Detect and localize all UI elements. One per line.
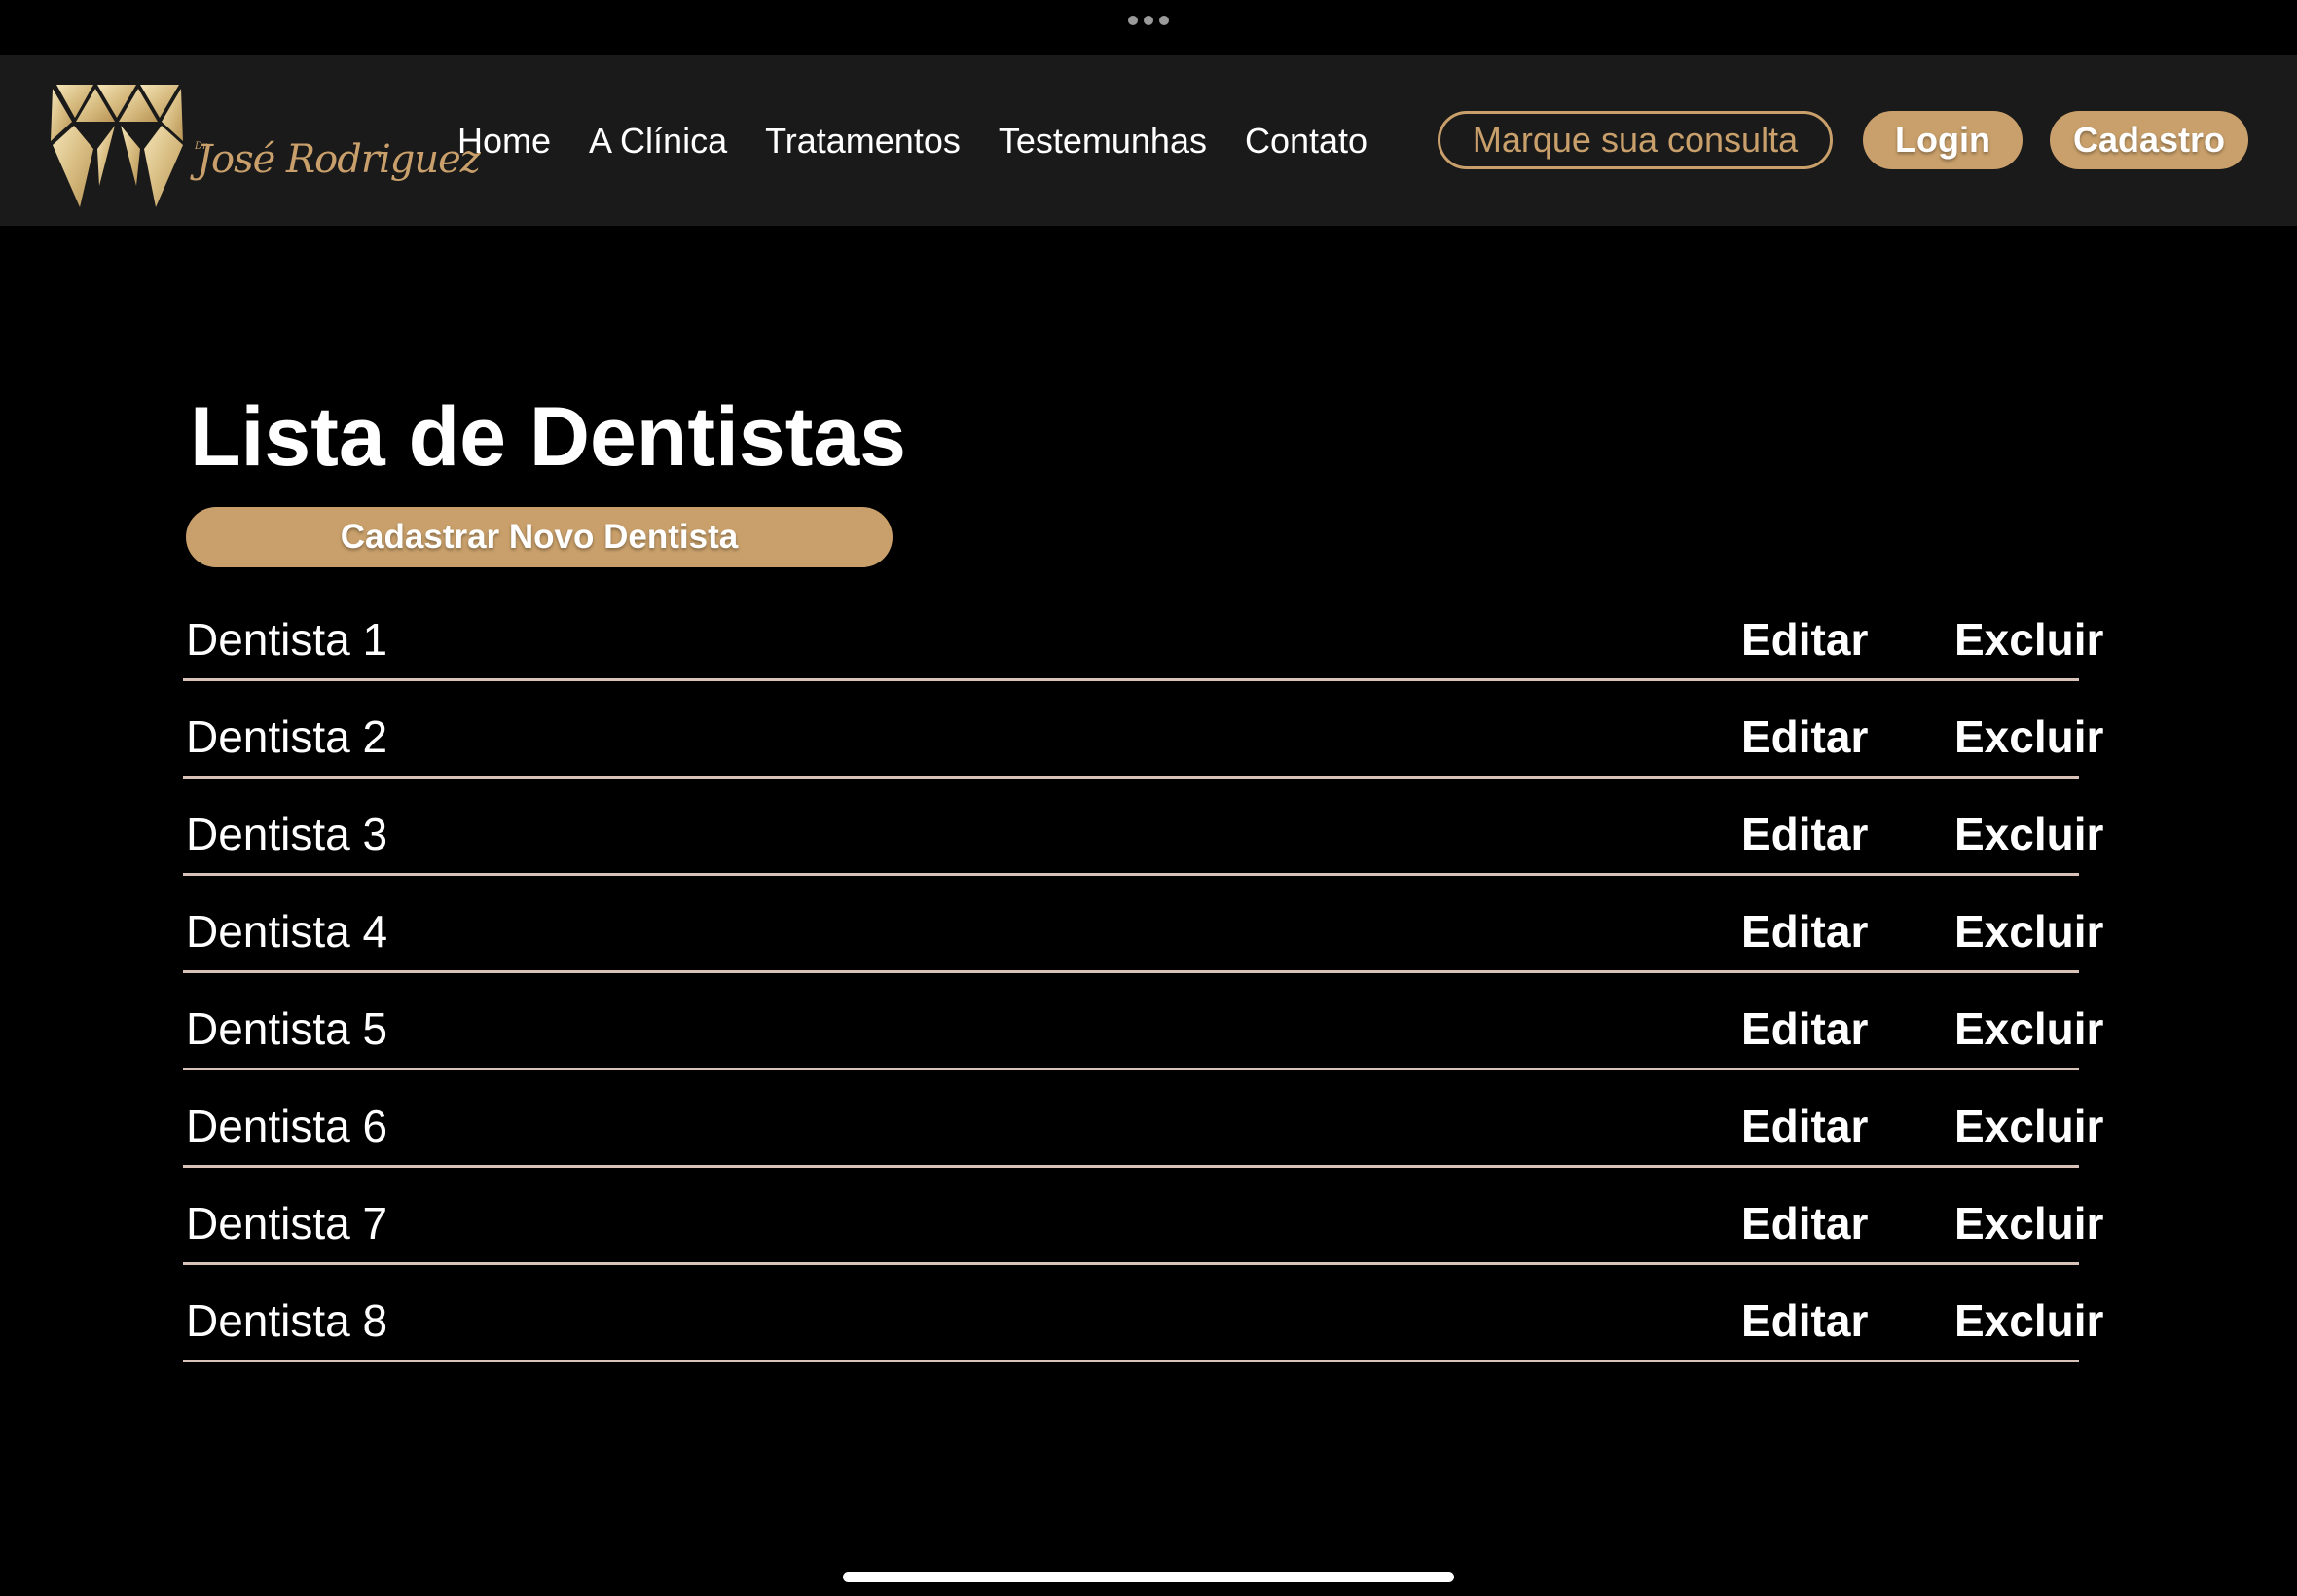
edit-button[interactable]: Editar xyxy=(1741,1100,1868,1152)
main-nav: Home A Clínica Tratamentos Testemunhas C… xyxy=(457,55,1405,226)
delete-button[interactable]: Excluir xyxy=(1954,1294,2103,1347)
list-item: Dentista 8 Editar Excluir xyxy=(183,1265,2103,1362)
dentist-name: Dentista 2 xyxy=(186,711,388,762)
edit-button[interactable]: Editar xyxy=(1741,1294,1868,1347)
list-item: Dentista 2 Editar Excluir xyxy=(183,681,2103,779)
dentist-name: Dentista 3 xyxy=(186,809,388,859)
dentist-name: Dentista 7 xyxy=(186,1198,388,1249)
list-item: Dentista 1 Editar Excluir xyxy=(183,584,2103,681)
delete-button[interactable]: Excluir xyxy=(1954,1100,2103,1152)
delete-button[interactable]: Excluir xyxy=(1954,1197,2103,1250)
brand-logo[interactable]: Dr. José Rodriguez xyxy=(51,85,481,211)
dentist-name: Dentista 8 xyxy=(186,1295,388,1346)
delete-button[interactable]: Excluir xyxy=(1954,613,2103,666)
nav-link-clinica[interactable]: A Clínica xyxy=(589,121,727,162)
brand-name: José Rodriguez xyxy=(197,137,481,182)
delete-button[interactable]: Excluir xyxy=(1954,905,2103,958)
dentist-name: Dentista 6 xyxy=(186,1101,388,1151)
dentist-name: Dentista 1 xyxy=(186,614,388,665)
dentist-name: Dentista 4 xyxy=(186,906,388,957)
tooth-logo-icon xyxy=(51,85,183,207)
dentist-name: Dentista 5 xyxy=(186,1003,388,1054)
delete-button[interactable]: Excluir xyxy=(1954,1002,2103,1055)
nav-link-testemunhas[interactable]: Testemunhas xyxy=(999,121,1207,162)
edit-button[interactable]: Editar xyxy=(1741,613,1868,666)
login-button[interactable]: Login xyxy=(1863,111,2023,169)
list-item: Dentista 6 Editar Excluir xyxy=(183,1070,2103,1168)
signup-button[interactable]: Cadastro xyxy=(2050,111,2248,169)
app-screen: Dr. José Rodriguez Home A Clínica Tratam… xyxy=(0,0,2297,1596)
delete-button[interactable]: Excluir xyxy=(1954,710,2103,763)
nav-link-contato[interactable]: Contato xyxy=(1245,121,1367,162)
edit-button[interactable]: Editar xyxy=(1741,905,1868,958)
navbar: Dr. José Rodriguez Home A Clínica Tratam… xyxy=(0,55,2297,226)
list-item: Dentista 4 Editar Excluir xyxy=(183,876,2103,973)
nav-link-home[interactable]: Home xyxy=(457,121,551,162)
appointment-button[interactable]: Marque sua consulta xyxy=(1438,111,1833,169)
dentist-list: Dentista 1 Editar Excluir Dentista 2 Edi… xyxy=(183,584,2103,1362)
list-item: Dentista 5 Editar Excluir xyxy=(183,973,2103,1070)
page-title: Lista de Dentistas xyxy=(190,390,906,484)
nav-link-tratamentos[interactable]: Tratamentos xyxy=(765,121,961,162)
list-item: Dentista 7 Editar Excluir xyxy=(183,1168,2103,1265)
home-indicator[interactable] xyxy=(843,1572,1454,1582)
add-dentist-button[interactable]: Cadastrar Novo Dentista xyxy=(186,507,893,567)
edit-button[interactable]: Editar xyxy=(1741,1197,1868,1250)
edit-button[interactable]: Editar xyxy=(1741,1002,1868,1055)
edit-button[interactable]: Editar xyxy=(1741,808,1868,860)
delete-button[interactable]: Excluir xyxy=(1954,808,2103,860)
multitasking-dots-icon[interactable] xyxy=(0,16,2297,25)
row-divider xyxy=(183,1360,2079,1362)
edit-button[interactable]: Editar xyxy=(1741,710,1868,763)
list-item: Dentista 3 Editar Excluir xyxy=(183,779,2103,876)
